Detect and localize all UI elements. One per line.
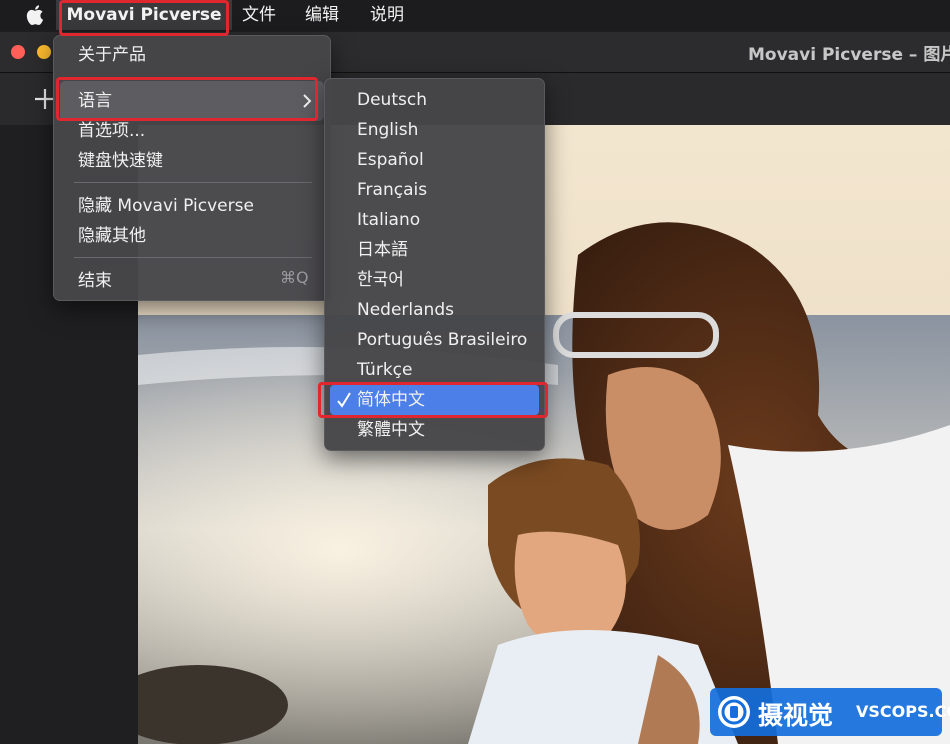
app-name-menu[interactable]: Movavi Picverse [56, 0, 232, 30]
language-item-simplified-chinese[interactable]: 简体中文 [357, 386, 425, 414]
checkmark-icon [337, 392, 351, 408]
language-item-traditional-chinese[interactable]: 繁體中文 [357, 416, 425, 444]
menu-separator [74, 182, 312, 183]
menu-item-quit[interactable]: 结束 [78, 267, 112, 295]
menu-item-hide-others[interactable]: 隐藏其他 [78, 222, 146, 250]
menu-file[interactable]: 文件 [242, 0, 276, 30]
menu-separator [74, 257, 312, 258]
language-item-italiano[interactable]: Italiano [357, 206, 420, 234]
menu-bar: Movavi Picverse 文件 编辑 说明 [0, 0, 950, 30]
language-item-nederlands[interactable]: Nederlands [357, 296, 454, 324]
close-window-button[interactable] [11, 45, 25, 59]
language-item-deutsch[interactable]: Deutsch [357, 86, 427, 114]
menu-item-hide-app[interactable]: 隐藏 Movavi Picverse [78, 192, 254, 220]
language-item-japanese[interactable]: 日本語 [357, 236, 408, 264]
menu-item-language[interactable]: 语言 [78, 87, 112, 115]
menu-item-keyboard-shortcuts[interactable]: 键盘快速键 [78, 147, 163, 175]
menu-item-preferences[interactable]: 首选项... [78, 117, 145, 145]
app-menu: 关于产品 语言 首选项... 键盘快速键 隐藏 Movavi Picverse … [53, 35, 331, 301]
language-item-francais[interactable]: Français [357, 176, 427, 204]
chevron-right-icon [303, 94, 312, 108]
language-item-espanol[interactable]: Español [357, 146, 424, 174]
language-item-turkce[interactable]: Türkçe [357, 356, 412, 384]
quit-shortcut: ⌘Q [280, 268, 309, 287]
minimize-window-button[interactable] [37, 45, 51, 59]
language-submenu: Deutsch English Español Français Italian… [324, 78, 545, 451]
watermark-en-text: VSCOPS.COM [856, 702, 950, 721]
window-title: Movavi Picverse – 图片_ [748, 45, 950, 65]
language-item-portugues[interactable]: Português Brasileiro [357, 326, 527, 354]
language-item-english[interactable]: English [357, 116, 418, 144]
menu-edit[interactable]: 编辑 [305, 0, 339, 30]
language-item-korean[interactable]: 한국어 [357, 266, 404, 294]
watermark: 摄视觉 VSCOPS.COM [710, 688, 950, 736]
menu-item-about[interactable]: 关于产品 [78, 41, 146, 69]
apple-icon[interactable] [24, 3, 48, 27]
watermark-cn-text: 摄视觉 [758, 701, 834, 730]
watermark-logo-icon [718, 696, 750, 728]
menu-help[interactable]: 说明 [370, 0, 404, 30]
